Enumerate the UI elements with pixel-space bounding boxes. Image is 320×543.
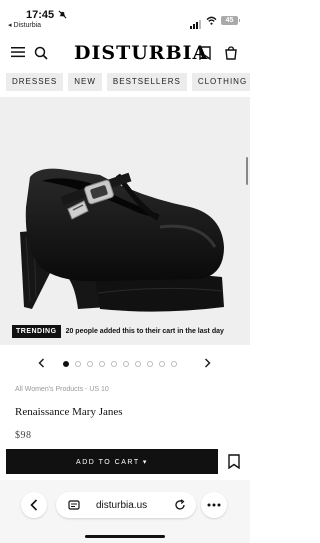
- carousel-dot[interactable]: [63, 361, 69, 367]
- carousel-dot[interactable]: [135, 361, 141, 367]
- prev-image-arrow-icon[interactable]: [38, 358, 45, 368]
- trending-banner: TRENDING 20 people added this to their c…: [0, 323, 250, 339]
- page-scroll-indicator: [246, 157, 248, 185]
- carousel-dot[interactable]: [123, 361, 129, 367]
- category-nav: DRESSES NEW BESTSELLERS CLOTHING: [6, 73, 250, 91]
- category-clothing[interactable]: CLOTHING: [191, 73, 250, 91]
- add-to-wishlist-bookmark-icon[interactable]: [228, 454, 240, 469]
- trending-text: 20 people added this to their cart in th…: [65, 327, 224, 335]
- menu-icon[interactable]: [11, 46, 25, 58]
- home-indicator: [85, 535, 165, 538]
- product-image[interactable]: TRENDING 20 people added this to their c…: [0, 97, 250, 345]
- back-to-app-link[interactable]: ◂ Disturbia: [8, 21, 41, 29]
- carousel-dot[interactable]: [75, 361, 81, 367]
- signal-icon: [190, 11, 202, 29]
- status-time: 17:45: [26, 9, 55, 21]
- category-dresses[interactable]: DRESSES: [6, 73, 64, 91]
- browser-more-button[interactable]: [201, 492, 227, 518]
- wifi-icon: [206, 16, 217, 25]
- trending-tag: TRENDING: [12, 324, 61, 338]
- add-to-cart-button[interactable]: ADD TO CART ▾: [6, 449, 218, 474]
- shopping-bag-icon[interactable]: [224, 46, 238, 60]
- image-carousel-nav: [0, 358, 250, 370]
- page-settings-icon[interactable]: [68, 499, 80, 511]
- carousel-dot[interactable]: [111, 361, 117, 367]
- next-image-arrow-icon[interactable]: [204, 358, 211, 368]
- search-icon[interactable]: [34, 46, 48, 60]
- product-name: Renaissance Mary Janes: [15, 406, 123, 418]
- silent-bell-icon: [58, 10, 67, 19]
- browser-back-button[interactable]: [21, 492, 47, 518]
- platform-mary-jane-shoe-image: [20, 168, 225, 312]
- reload-icon[interactable]: [174, 499, 186, 511]
- carousel-dot[interactable]: [147, 361, 153, 367]
- category-new[interactable]: NEW: [68, 73, 102, 91]
- carousel-dot[interactable]: [171, 361, 177, 367]
- battery-icon: 45: [221, 15, 240, 25]
- chevron-left-icon: [30, 499, 38, 511]
- site-logo[interactable]: DISTURBIA: [74, 42, 208, 64]
- product-price: $98: [15, 430, 32, 441]
- site-header: DISTURBIA: [0, 38, 250, 74]
- browser-toolbar: disturbia.us: [0, 480, 250, 543]
- carousel-dot[interactable]: [99, 361, 105, 367]
- carousel-dots: [63, 361, 177, 367]
- wishlist-bookmark-icon[interactable]: [199, 46, 211, 60]
- product-breadcrumb[interactable]: All Women's Products - US 10: [15, 386, 109, 393]
- address-bar[interactable]: disturbia.us: [56, 492, 196, 518]
- status-bar: 17:45 ◂ Disturbia 45: [0, 0, 250, 32]
- url-text: disturbia.us: [96, 500, 148, 511]
- category-bestsellers[interactable]: BESTSELLERS: [106, 73, 187, 91]
- more-dots-icon: [207, 503, 221, 507]
- carousel-dot[interactable]: [159, 361, 165, 367]
- carousel-dot[interactable]: [87, 361, 93, 367]
